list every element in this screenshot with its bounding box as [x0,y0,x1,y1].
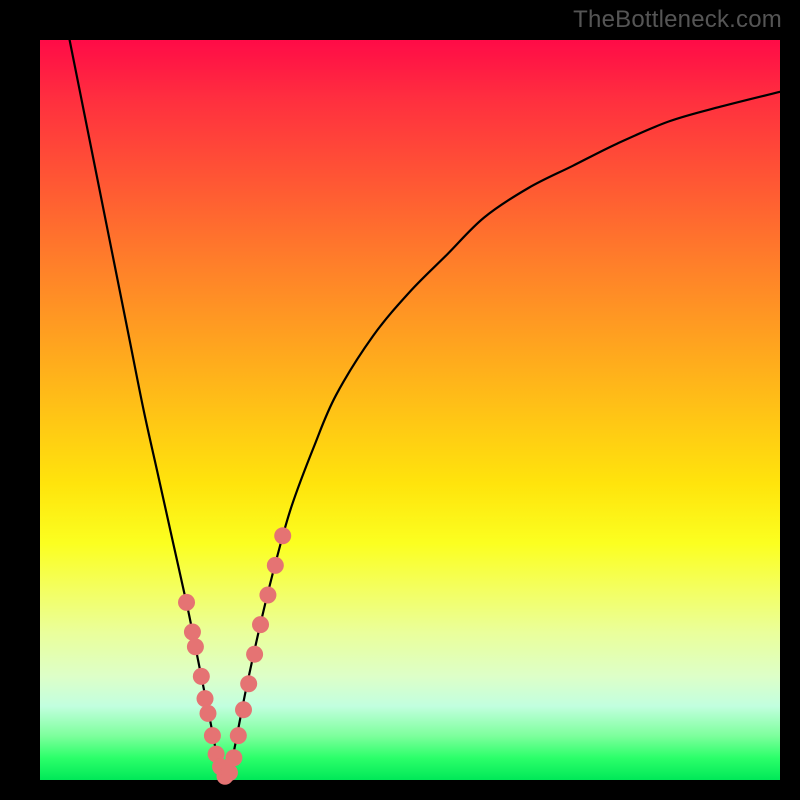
marker-point [259,587,276,604]
marker-point [267,557,284,574]
right-branch-path [225,92,780,780]
marker-point [193,668,210,685]
chart-svg [40,40,780,780]
marker-point [184,624,201,641]
marker-point [225,749,242,766]
marker-point [199,705,216,722]
marker-point [252,616,269,633]
chart-frame: TheBottleneck.com [0,0,800,800]
curve-right-branch [225,92,780,780]
marker-point [235,701,252,718]
plot-area [40,40,780,780]
marker-point [204,727,221,744]
marker-point [197,690,214,707]
marker-point [240,675,257,692]
marker-point [178,594,195,611]
marker-point [246,646,263,663]
marker-point [221,764,238,781]
marker-point [187,638,204,655]
marker-point [230,727,247,744]
watermark-text: TheBottleneck.com [573,6,782,34]
marker-point [274,527,291,544]
